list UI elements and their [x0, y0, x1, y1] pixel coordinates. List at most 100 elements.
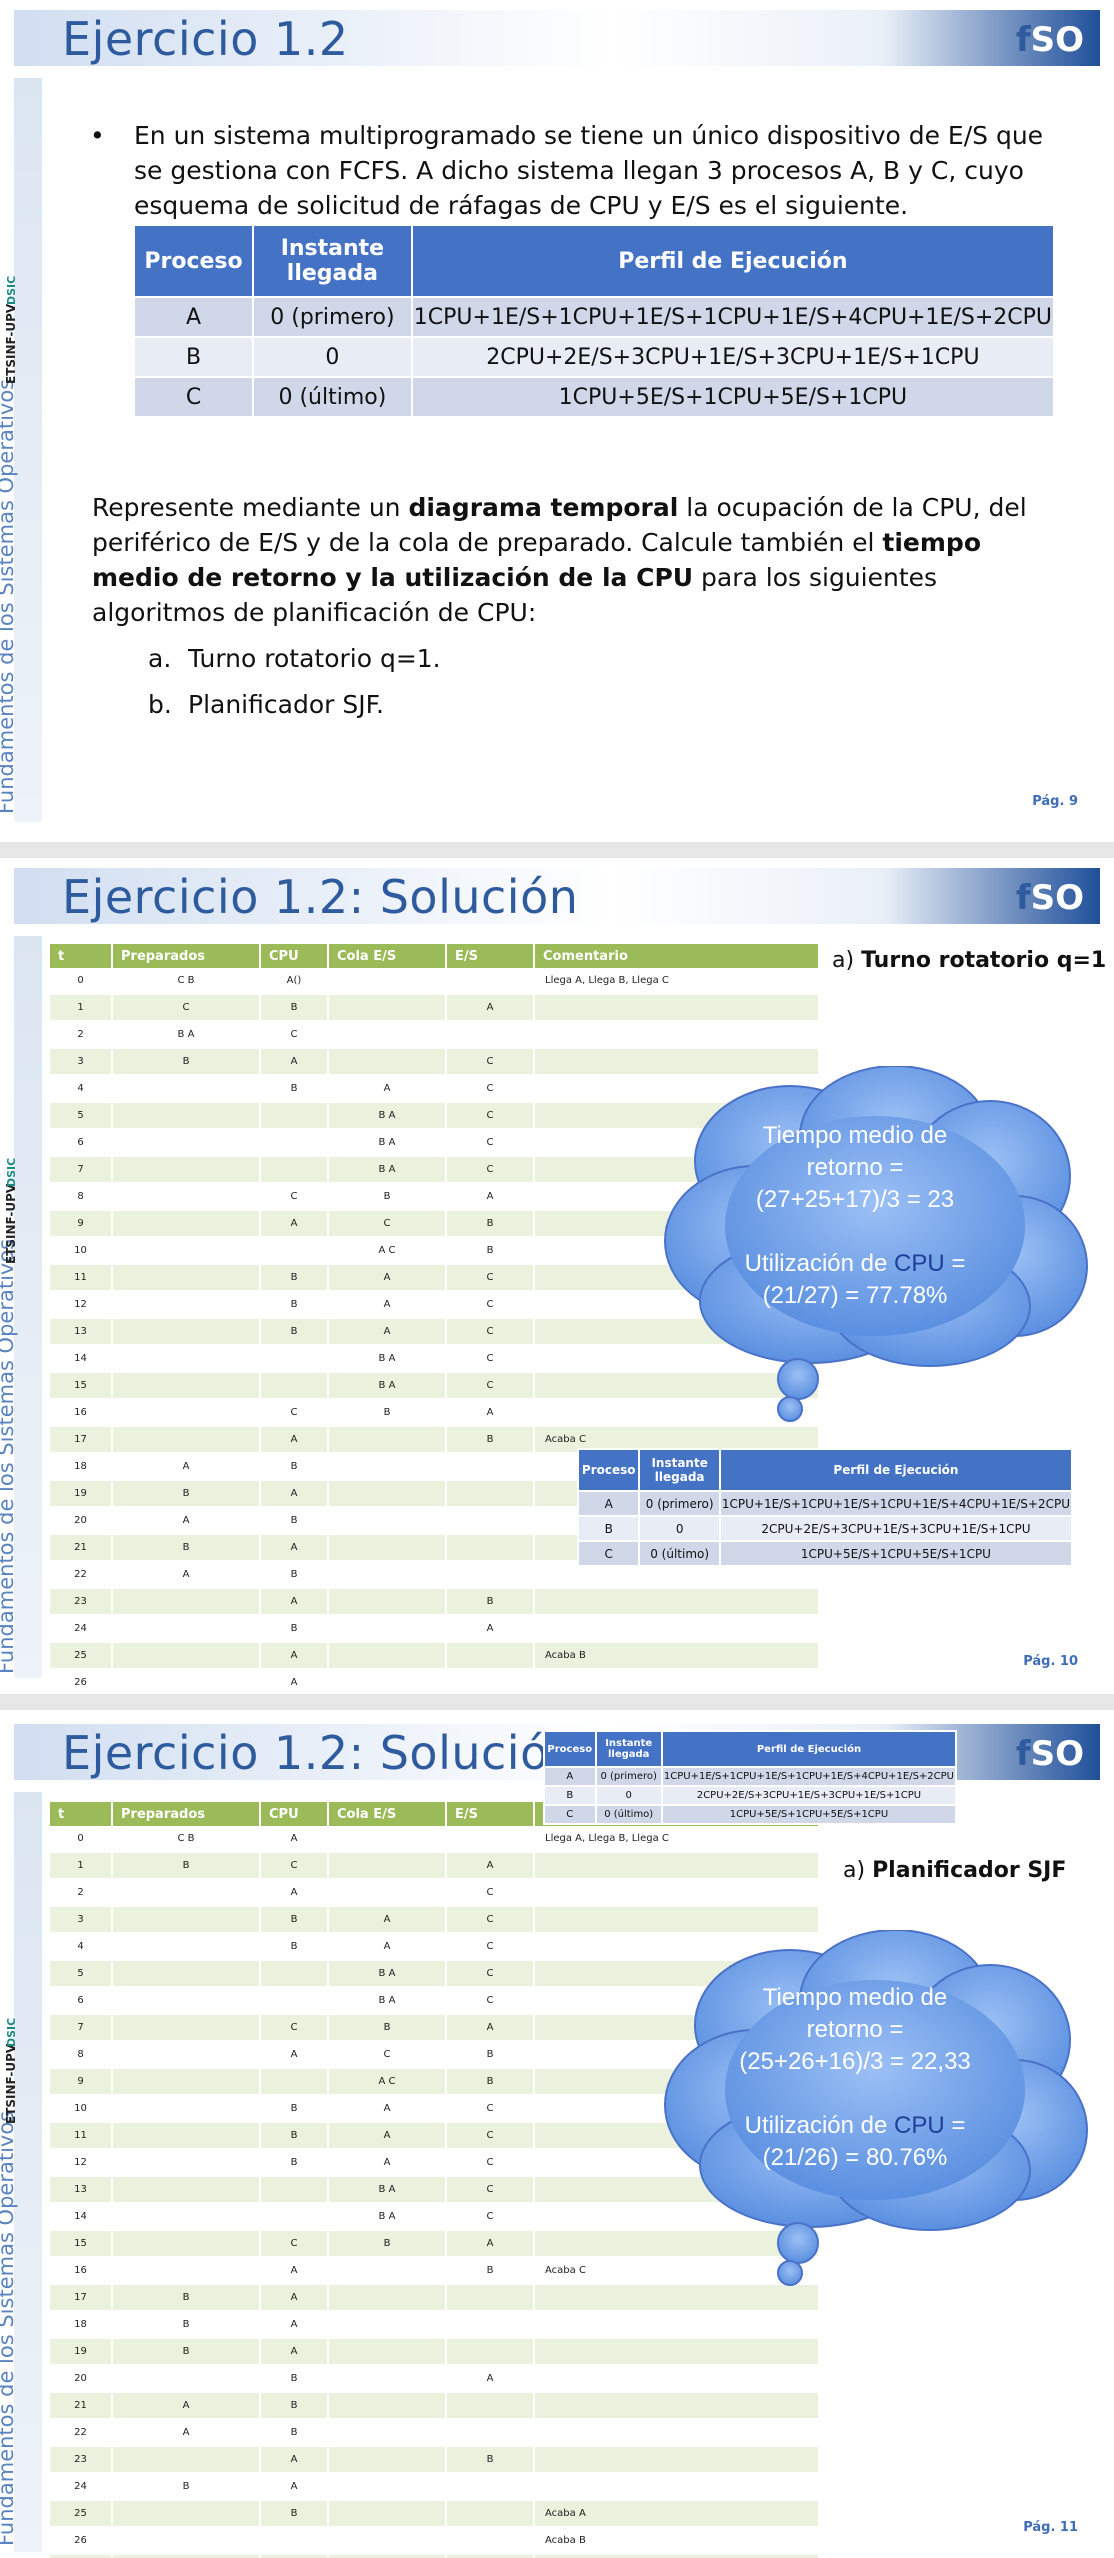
table-cell: 8 [50, 1183, 113, 1211]
table-cell: A [260, 1048, 329, 1076]
table-cell [112, 1210, 261, 1238]
table-cell [328, 2419, 447, 2447]
table-cell [534, 1021, 820, 1049]
table-cell [328, 1588, 447, 1616]
table-cell [112, 1129, 261, 1157]
table-cell: 16 [50, 1399, 113, 1427]
table-cell [534, 2473, 820, 2501]
table-cell [328, 2392, 447, 2420]
table-cell [328, 2311, 447, 2339]
table-cell [328, 2365, 447, 2393]
slide-2: Ejercicio 1.2: Solución fSO Fundamentos … [0, 858, 1114, 1694]
table-cell [112, 1987, 261, 2015]
table-cell: B [446, 1588, 535, 1616]
table-cell [112, 2041, 261, 2069]
table-cell [112, 1264, 261, 1292]
sidebar-title: Fundamentos de los Sistemas Operativos [0, 2110, 18, 2546]
table-cell: B [260, 1507, 329, 1535]
table-cell: 26 [50, 2527, 113, 2555]
table-cell [260, 1960, 329, 1988]
table-cell: B [260, 1453, 329, 1481]
table-cell [328, 1507, 447, 1535]
table-cell [328, 1879, 447, 1907]
table-cell [112, 1318, 261, 1346]
table-cell: C [446, 1102, 535, 1130]
table-cell: B [446, 1237, 535, 1265]
table-cell: B A [328, 1960, 447, 1988]
table-cell: B [446, 2068, 535, 2096]
table-cell: B [446, 1426, 535, 1454]
table-cell: 25 [50, 1642, 113, 1670]
table-cell: A [260, 1426, 329, 1454]
title-bar: Ejercicio 1.2: Solución fSO [14, 868, 1100, 924]
table-cell: A [260, 2311, 329, 2339]
table-cell [328, 1021, 447, 1049]
table-cell: B A [328, 1345, 447, 1373]
table-cell [112, 2122, 261, 2150]
page-number: Pág. 11 [1023, 2520, 1078, 2535]
page-number: Pág. 10 [1023, 1654, 1078, 1669]
table-cell: B [112, 1048, 261, 1076]
table-cell: 11 [50, 1264, 113, 1292]
table-cell: B [328, 2230, 447, 2258]
table-cell: Acaba B [534, 2527, 820, 2555]
table-cell [328, 968, 447, 995]
table-cell: 13 [50, 1318, 113, 1346]
col-header: Proceso [132, 224, 255, 298]
table-cell: C [112, 994, 261, 1022]
table-cell: 4 [50, 1075, 113, 1103]
table-cell [328, 2257, 447, 2285]
table-cell [446, 1642, 535, 1670]
table-cell: 15 [50, 2230, 113, 2258]
table-cell: B [260, 2365, 329, 2393]
table-cell [112, 2554, 261, 2558]
table-cell: A [260, 2257, 329, 2285]
table-cell [534, 2419, 820, 2447]
slide-title: Ejercicio 1.2 [62, 12, 349, 66]
table-cell: Acaba B [534, 1642, 820, 1670]
table-row: 0C B A() Llega A, Llega B, Llega C [50, 968, 820, 995]
table-cell: 25 [50, 2500, 113, 2528]
table-cell: 7 [50, 2014, 113, 2042]
table-row: 2B AC [50, 1021, 820, 1049]
table-cell: 9 [50, 1210, 113, 1238]
table-row: 23 A B [50, 2446, 820, 2474]
sidebar-etsinf: ETSINF-UPV [4, 1183, 18, 1264]
table-cell: 15 [50, 1372, 113, 1400]
table-cell: 1 [50, 1852, 113, 1880]
table-cell [112, 1879, 261, 1907]
table-cell [112, 1642, 261, 1670]
table-cell [534, 994, 820, 1022]
table-cell [112, 2365, 261, 2393]
table-cell: B [260, 2149, 329, 2177]
table-cell [328, 2284, 447, 2312]
table-cell: A [260, 1210, 329, 1238]
table-cell: B [260, 2095, 329, 2123]
table-cell [328, 1615, 447, 1643]
table-cell: B [328, 1183, 447, 1211]
table-cell [112, 2257, 261, 2285]
table-cell: B A [328, 1156, 447, 1184]
table-cell: 8 [50, 2041, 113, 2069]
table-cell [328, 1453, 447, 1481]
table-cell: A [112, 1453, 261, 1481]
table-cell: A C [328, 1237, 447, 1265]
table-cell: B A [328, 1102, 447, 1130]
table-cell [328, 1826, 447, 1853]
table-cell: 20 [50, 2365, 113, 2393]
table-cell [446, 2500, 535, 2528]
table-cell: A [446, 2365, 535, 2393]
table-cell [446, 2527, 535, 2555]
section-subtitle: a) Turno rotatorio q=1 [832, 948, 1107, 973]
table-cell: A [446, 1399, 535, 1427]
table-cell: A [446, 1852, 535, 1880]
table-cell [260, 1372, 329, 1400]
list-item: a. Turno rotatorio q=1. [148, 644, 441, 673]
table-cell [112, 1291, 261, 1319]
table-cell: A [260, 2446, 329, 2474]
table-cell: B [112, 2284, 261, 2312]
table-cell [260, 2176, 329, 2204]
table-cell: 17 [50, 2284, 113, 2312]
table-cell [328, 1534, 447, 1562]
table-cell: C [446, 2122, 535, 2150]
